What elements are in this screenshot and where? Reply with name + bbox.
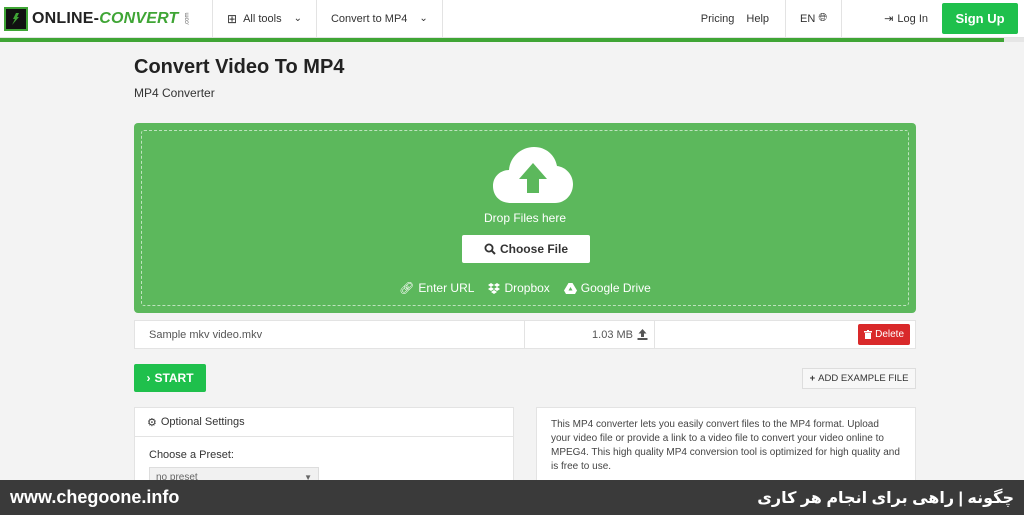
header-progress-bar [0, 38, 1024, 42]
page-subtitle: MP4 Converter [134, 86, 215, 100]
signup-button[interactable]: Sign Up [942, 3, 1018, 34]
login-link[interactable]: ⇥ Log In [842, 0, 942, 37]
search-icon [484, 243, 496, 255]
dropbox-icon [488, 282, 501, 294]
dropbox-link[interactable]: Dropbox [488, 281, 550, 295]
optional-settings-header[interactable]: ⚙ Optional Settings [135, 408, 513, 437]
convert-to-dropdown[interactable]: Convert to MP4 ⌄ [317, 0, 443, 37]
preset-label: Choose a Preset: [149, 449, 234, 461]
file-name: Sample mkv video.mkv [135, 321, 525, 348]
watermark-bar: www.chegoone.info چگونه | راهی برای انجا… [0, 480, 1024, 515]
cloud-upload-icon [493, 147, 573, 203]
grid-icon: ⊞ [227, 11, 238, 26]
delete-file-button[interactable]: Delete [858, 324, 910, 345]
google-drive-link[interactable]: Google Drive [563, 281, 651, 295]
file-row: Sample mkv video.mkv 1.03 MB Delete [134, 320, 916, 349]
drop-files-text: Drop Files here [483, 211, 567, 225]
enter-url-link[interactable]: 🔗︎ Enter URL [399, 281, 474, 295]
file-dropzone[interactable]: Drop Files here Choose File 🔗︎ Enter URL… [134, 123, 916, 313]
language-selector[interactable]: EN 🌐︎ [786, 0, 841, 37]
login-icon: ⇥ [884, 13, 894, 25]
add-example-file-button[interactable]: + ADD EXAMPLE FILE [802, 368, 916, 389]
start-button[interactable]: › START [134, 364, 206, 392]
all-tools-label: All tools [243, 12, 282, 25]
globe-icon: 🌐︎ [818, 12, 828, 24]
chevron-down-icon: ⌄ [293, 13, 302, 24]
upload-icon [637, 329, 648, 340]
plus-icon: + [809, 373, 816, 384]
top-navbar: ONLINE-CONVERT .com ⊞ All tools ⌄ Conver… [0, 0, 1024, 38]
all-tools-dropdown[interactable]: ⊞ All tools ⌄ [213, 0, 317, 37]
google-drive-icon [563, 282, 577, 294]
logo-mark-icon [4, 6, 28, 31]
logo-text: ONLINE-CONVERT [32, 9, 179, 27]
watermark-url: www.chegoone.info [10, 487, 180, 507]
chevron-right-icon: › [146, 371, 151, 385]
site-logo[interactable]: ONLINE-CONVERT .com [0, 0, 213, 37]
gear-icon: ⚙ [147, 416, 157, 429]
link-icon: 🔗︎ [399, 281, 415, 295]
convert-to-label: Convert to MP4 [330, 12, 408, 25]
page-title: Convert Video To MP4 [134, 56, 345, 78]
pricing-link[interactable]: Pricing [695, 0, 741, 37]
help-link[interactable]: Help [740, 0, 785, 37]
choose-file-button[interactable]: Choose File [462, 235, 590, 263]
file-size: 1.03 MB [525, 321, 655, 348]
watermark-tagline: چگونه | راهی برای انجام هر کاری [757, 489, 1014, 507]
logo-suffix: .com [184, 11, 191, 26]
chevron-down-icon: ⌄ [419, 13, 428, 24]
trash-icon [864, 330, 873, 339]
